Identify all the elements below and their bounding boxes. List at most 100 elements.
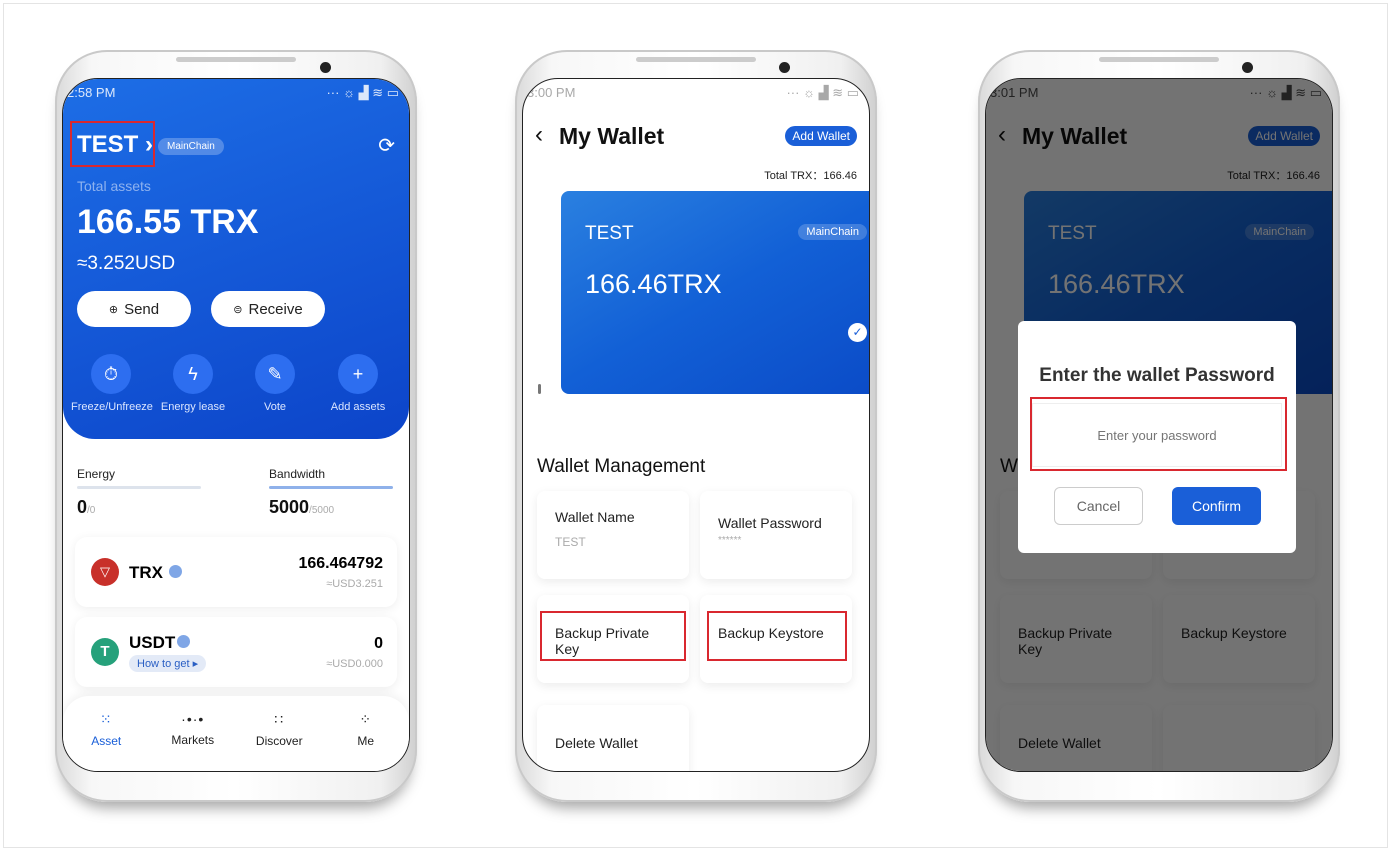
nav-asset[interactable]: ⁙ Asset <box>63 696 150 771</box>
stopwatch-icon: ⏱ <box>91 354 131 394</box>
wallet-password-tile[interactable]: Wallet Password ****** <box>700 491 852 579</box>
selected-check-icon: ✓ <box>848 323 867 342</box>
status-time: 2:58 PM <box>67 85 116 100</box>
how-to-get-link[interactable]: How to get ▸ <box>129 655 207 672</box>
verified-icon <box>177 635 190 648</box>
dialog-title: Enter the wallet Password <box>1039 365 1275 386</box>
nav-label: Me <box>357 734 375 748</box>
highlight-box <box>70 121 155 167</box>
phone-my-wallet-screen: 3:00 PM ··· ☼ ▟ ≋ ▭ ‹ My Wallet Add Walle… <box>515 50 877 802</box>
send-button[interactable]: ⊕ Send <box>77 291 191 327</box>
nav-markets[interactable]: ·•·• Markets <box>150 696 237 771</box>
wallet-name-tile[interactable]: Wallet Name TEST <box>537 491 689 579</box>
action-label: Vote <box>263 401 287 413</box>
plus-icon: + <box>338 354 378 394</box>
receive-label: Receive <box>248 300 303 318</box>
bandwidth-bar <box>269 486 393 489</box>
discover-icon: ∷ <box>274 711 285 727</box>
nav-label: Asset <box>91 734 122 748</box>
highlight-box <box>707 611 847 661</box>
token-usd: ≈USD3.251 <box>326 578 383 590</box>
add-wallet-button[interactable]: Add Wallet <box>785 126 857 146</box>
action-label: Add assets <box>330 401 386 413</box>
screen: ‹ My Wallet Add Wallet Total TRX：166.46 … <box>985 78 1333 772</box>
speaker <box>636 57 756 62</box>
card-balance: 166.46TRX <box>585 269 722 299</box>
speaker <box>176 57 296 62</box>
screen: 2:58 PM ··· ☼ ▟ ≋ ▭ TEST › MainChain ⟳ To… <box>62 78 410 772</box>
screen: 3:00 PM ··· ☼ ▟ ≋ ▭ ‹ My Wallet Add Walle… <box>522 78 870 772</box>
send-icon: ⊕ <box>108 303 119 316</box>
status-icons: ··· ☼ ▟ ≋ ▭ <box>326 85 399 100</box>
add-assets-action[interactable]: + Add assets <box>318 354 398 413</box>
token-usd: ≈USD0.000 <box>326 658 383 670</box>
back-icon[interactable]: ‹ <box>535 121 543 149</box>
camera <box>779 62 790 73</box>
tile-label: Delete Wallet <box>555 735 638 751</box>
cancel-button[interactable]: Cancel <box>1054 487 1143 525</box>
phone-asset-screen: 2:58 PM ··· ☼ ▟ ≋ ▭ TEST › MainChain ⟳ To… <box>55 50 417 802</box>
speaker <box>1099 57 1219 62</box>
bottom-nav: ⁙ Asset ·•·• Markets ∷ Discover ⁘ Me <box>63 696 409 771</box>
asset-icon: ⁙ <box>99 711 113 727</box>
receive-icon: ⊜ <box>233 303 243 316</box>
chain-badge: MainChain <box>158 138 224 155</box>
password-dialog: Enter the wallet Password Cancel Confirm <box>1018 321 1296 553</box>
trx-logo-icon: ▽ <box>91 558 119 586</box>
energy-lease-action[interactable]: ϟ Energy lease <box>153 354 233 413</box>
pager-indicator <box>538 384 541 394</box>
nav-label: Discover <box>255 734 303 748</box>
nav-label: Markets <box>171 733 215 747</box>
card-wallet-name: TEST <box>585 223 634 244</box>
status-icons: ··· ☼ ▟ ≋ ▭ <box>1249 85 1322 100</box>
energy-label: Energy <box>77 467 116 481</box>
status-time: 3:01 PM <box>990 85 1039 100</box>
highlight-box <box>540 611 686 661</box>
action-label: Freeze/Unfreeze <box>71 401 153 413</box>
status-bar: 3:01 PM ··· ☼ ▟ ≋ ▭ <box>990 85 1322 101</box>
energy-bar <box>77 486 201 489</box>
energy-value: 0/0 <box>77 497 96 517</box>
freeze-action[interactable]: ⏱ Freeze/Unfreeze <box>71 354 153 413</box>
confirm-button[interactable]: Confirm <box>1172 487 1261 525</box>
action-label: Energy lease <box>160 401 226 413</box>
status-bar: 3:00 PM ··· ☼ ▟ ≋ ▭ <box>527 85 859 101</box>
tile-sub: TEST <box>555 535 586 549</box>
token-symbol: TRX <box>129 563 163 582</box>
me-icon: ⁘ <box>359 711 373 727</box>
token-amount: 0 <box>374 635 383 652</box>
total-trx: Total TRX：166.46 <box>764 170 857 182</box>
section-title: Wallet Management <box>537 456 706 477</box>
bandwidth-value: 5000/5000 <box>269 497 335 517</box>
wallet-card[interactable]: TEST MainChain 166.46TRX ✓ <box>561 191 869 394</box>
status-time: 3:00 PM <box>527 85 576 100</box>
total-assets-value: 166.55 TRX <box>77 203 259 241</box>
status-icons: ··· ☼ ▟ ≋ ▭ <box>786 85 859 100</box>
total-assets-label: Total assets <box>77 178 151 194</box>
token-symbol: USDT <box>129 633 176 652</box>
markets-icon: ·•·• <box>181 711 205 727</box>
tile-label: Wallet Password <box>718 515 822 531</box>
nav-me[interactable]: ⁘ Me <box>323 696 410 771</box>
delete-wallet-tile[interactable]: Delete Wallet <box>537 705 689 771</box>
pen-icon: ✎ <box>255 354 295 394</box>
highlight-box <box>1030 397 1287 471</box>
status-bar: 2:58 PM ··· ☼ ▟ ≋ ▭ <box>67 85 399 101</box>
token-row-trx[interactable]: ▽ TRX 166.464792 ≈USD3.251 <box>75 537 397 607</box>
token-row-usdt[interactable]: T USDT How to get ▸ 0 ≈USD0.000 <box>75 617 397 687</box>
vote-action[interactable]: ✎ Vote <box>235 354 315 413</box>
camera <box>1242 62 1253 73</box>
receive-button[interactable]: ⊜ Receive <box>211 291 325 327</box>
card-chain-badge: MainChain <box>798 224 867 240</box>
token-amount: 166.464792 <box>298 555 383 572</box>
verified-icon <box>169 565 182 578</box>
usdt-logo-icon: T <box>91 638 119 666</box>
tile-label: Wallet Name <box>555 509 635 525</box>
camera <box>320 62 331 73</box>
phone-password-dialog-screen: ‹ My Wallet Add Wallet Total TRX：166.46 … <box>978 50 1340 802</box>
support-icon[interactable]: ⟳ <box>378 133 395 158</box>
tile-sub: ****** <box>718 535 742 546</box>
bandwidth-label: Bandwidth <box>269 467 326 481</box>
send-label: Send <box>124 300 160 318</box>
nav-discover[interactable]: ∷ Discover <box>236 696 323 771</box>
